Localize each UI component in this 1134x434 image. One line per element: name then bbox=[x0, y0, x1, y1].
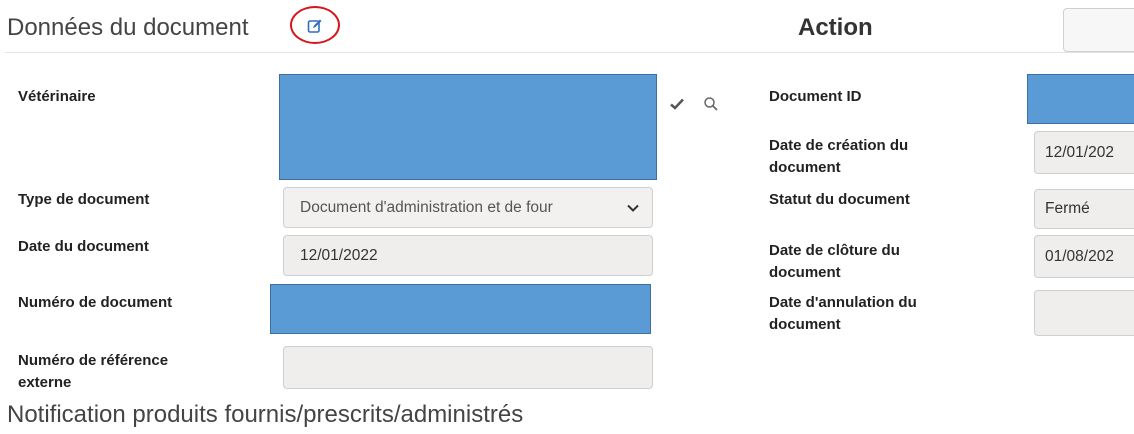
date-document-label: Date du document bbox=[18, 238, 149, 255]
numero-document-field-redacted[interactable] bbox=[270, 284, 651, 334]
date-document-value: 12/01/2022 bbox=[300, 246, 378, 264]
document-id-field-redacted bbox=[1027, 74, 1134, 124]
statut-label: Statut du document bbox=[769, 191, 910, 208]
statut-value: Fermé bbox=[1045, 200, 1090, 217]
check-icon[interactable] bbox=[668, 95, 686, 113]
numero-reference-label-line1: Numéro de référence bbox=[18, 352, 169, 369]
type-document-value: Document d'administration et de four bbox=[300, 198, 553, 216]
type-document-label: Type de document bbox=[18, 191, 150, 208]
search-icon[interactable] bbox=[702, 95, 720, 113]
date-annulation-label-line2: document bbox=[769, 316, 841, 333]
statut-field: Fermé bbox=[1034, 189, 1134, 229]
numero-reference-label-line2: externe bbox=[18, 374, 72, 391]
date-cloture-field: 01/08/202 bbox=[1034, 235, 1134, 278]
veterinaire-label: Vétérinaire bbox=[18, 88, 96, 105]
date-creation-field: 12/01/202 bbox=[1034, 131, 1134, 174]
date-cloture-label: Date de clôture du document bbox=[769, 240, 900, 284]
numero-document-label: Numéro de document bbox=[18, 294, 173, 311]
date-creation-label-line2: document bbox=[769, 159, 841, 176]
date-annulation-label-line1: Date d'annulation du bbox=[769, 294, 917, 311]
date-annulation-field bbox=[1034, 290, 1134, 336]
action-title: Action bbox=[798, 14, 873, 41]
date-cloture-value: 01/08/202 bbox=[1045, 247, 1114, 265]
chevron-down-icon bbox=[627, 204, 639, 212]
header-divider bbox=[5, 52, 1134, 53]
date-creation-label: Date de création du document bbox=[769, 135, 908, 179]
date-document-field[interactable]: 12/01/2022 bbox=[283, 235, 653, 276]
date-cloture-label-line1: Date de clôture du bbox=[769, 242, 900, 259]
date-creation-label-line1: Date de création du bbox=[769, 137, 909, 154]
numero-reference-label: Numéro de référence externe bbox=[18, 350, 168, 394]
veterinaire-field-redacted[interactable] bbox=[279, 74, 657, 180]
date-annulation-label: Date d'annulation du document bbox=[769, 292, 917, 336]
edit-icon[interactable] bbox=[307, 18, 323, 34]
action-button[interactable] bbox=[1063, 8, 1134, 52]
date-creation-value: 12/01/202 bbox=[1045, 143, 1114, 161]
date-cloture-label-line2: document bbox=[769, 264, 841, 281]
document-id-label: Document ID bbox=[769, 88, 862, 105]
type-document-select[interactable]: Document d'administration et de four bbox=[283, 187, 653, 228]
numero-reference-field[interactable] bbox=[283, 346, 653, 389]
notification-section-title: Notification produits fournis/prescrits/… bbox=[7, 401, 524, 428]
section-title: Données du document bbox=[7, 14, 249, 41]
